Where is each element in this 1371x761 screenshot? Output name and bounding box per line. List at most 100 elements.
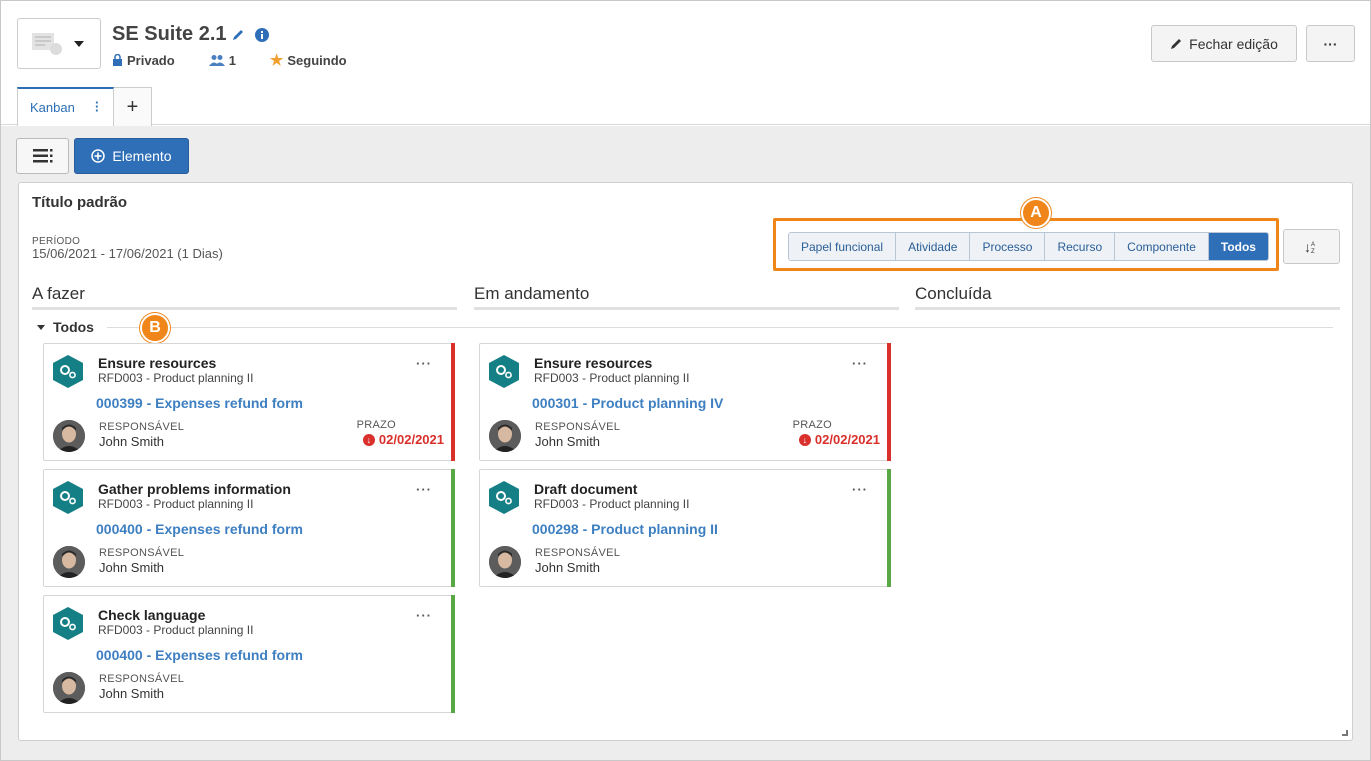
activity-gear-icon (53, 355, 83, 388)
activity-gear-icon (53, 481, 83, 514)
arrow-down-circle-icon: ↓ (362, 433, 375, 446)
activity-gear-icon (489, 355, 519, 388)
kanban-card[interactable]: Ensure resources RFD003 - Product planni… (479, 343, 891, 461)
responsible-label: RESPONSÁVEL (99, 547, 185, 559)
responsible-name: John Smith (99, 434, 165, 449)
lock-icon (113, 54, 122, 66)
card-link[interactable]: 000298 - Product planning II (532, 521, 718, 537)
responsible-label: RESPONSÁVEL (99, 673, 185, 685)
card-title: Check language (98, 607, 206, 623)
status-bar (887, 343, 891, 461)
card-menu-button[interactable]: ··· (416, 608, 432, 623)
card-menu-button[interactable]: ··· (416, 482, 432, 497)
filter-recurso[interactable]: Recurso (1045, 233, 1116, 260)
due-label: PRAZO (792, 419, 832, 431)
activity-gear-icon (53, 607, 83, 640)
panel-title: Título padrão (32, 194, 127, 211)
arrow-down-circle-icon: ↓ (798, 433, 811, 446)
sort-button[interactable]: ↓ A Z (1283, 229, 1340, 264)
kanban-card[interactable]: Draft document RFD003 - Product planning… (479, 469, 891, 587)
due-date: ↓ 02/02/2021 (362, 432, 444, 447)
card-subtitle: RFD003 - Product planning II (98, 371, 254, 385)
card-title: Ensure resources (534, 355, 653, 371)
users-icon (208, 55, 225, 66)
filter-todos[interactable]: Todos (1208, 233, 1268, 260)
user-avatar-icon (53, 420, 85, 452)
period-value: 15/06/2021 - 17/06/2021 (1 Dias) (32, 246, 223, 261)
card-menu-button[interactable]: ··· (852, 482, 868, 497)
card-menu-button[interactable]: ··· (416, 356, 432, 371)
user-avatar-icon (53, 672, 85, 704)
activity-gear-icon (489, 481, 519, 514)
filter-processo[interactable]: Processo (970, 233, 1046, 260)
svg-text:A: A (1311, 242, 1315, 248)
card-subtitle: RFD003 - Product planning II (534, 371, 690, 385)
add-tab-button[interactable]: + (114, 87, 152, 126)
svg-text:Z: Z (1311, 249, 1315, 253)
document-icon (32, 33, 62, 55)
kanban-card[interactable]: Check language RFD003 - Product planning… (43, 595, 455, 713)
avatar (489, 546, 521, 578)
info-icon[interactable] (255, 28, 269, 42)
card-link[interactable]: 000400 - Expenses refund form (96, 521, 303, 537)
card-title: Draft document (534, 481, 638, 497)
plus-circle-icon (91, 149, 106, 163)
annotation-marker-b: B (140, 313, 170, 343)
card-subtitle: RFD003 - Product planning II (534, 497, 690, 511)
kanban-card[interactable]: Ensure resources RFD003 - Product planni… (43, 343, 455, 461)
group-divider (107, 327, 1333, 328)
status-bar (887, 469, 891, 587)
tab-menu-icon[interactable]: · · · (95, 96, 99, 117)
due-date: ↓ 02/02/2021 (798, 432, 880, 447)
responsible-name: John Smith (535, 434, 601, 449)
close-edit-button[interactable]: Fechar edição (1151, 25, 1297, 62)
status-bar (451, 595, 455, 713)
tab-kanban[interactable]: Kanban · · · (17, 87, 114, 126)
kanban-card[interactable]: Gather problems information RFD003 - Pro… (43, 469, 455, 587)
kanban-panel: Título padrão PERÍODO 15/06/2021 - 17/06… (18, 182, 1353, 741)
responsible-name: John Smith (99, 686, 165, 701)
filter-papel-funcional[interactable]: Papel funcional (789, 233, 897, 260)
card-title: Ensure resources (98, 355, 217, 371)
list-menu-button[interactable] (16, 138, 69, 174)
due-label: PRAZO (356, 419, 396, 431)
add-element-button[interactable]: Elemento (74, 138, 189, 174)
resize-handle[interactable] (1342, 730, 1348, 736)
card-link[interactable]: 000301 - Product planning IV (532, 395, 723, 411)
card-subtitle: RFD003 - Product planning II (98, 497, 254, 511)
page-header: SE Suite 2.1 Privado 1 ★ Seguindo Fechar… (1, 1, 1370, 126)
privacy-status: Privado (112, 53, 175, 68)
sort-az-icon: A Z (1311, 242, 1315, 253)
tab-bar: Kanban · · · + (17, 87, 152, 126)
user-avatar-icon (489, 420, 521, 452)
edit-pencil-icon[interactable] (231, 28, 245, 42)
more-options-button[interactable]: ··· (1306, 25, 1355, 62)
group-toggle[interactable]: Todos (37, 319, 94, 335)
card-subtitle: RFD003 - Product planning II (98, 623, 254, 637)
avatar (489, 420, 521, 452)
user-avatar-icon (489, 546, 521, 578)
responsible-label: RESPONSÁVEL (535, 547, 621, 559)
card-menu-button[interactable]: ··· (852, 356, 868, 371)
responsible-name: John Smith (535, 560, 601, 575)
column-header-done: Concluída (915, 284, 1340, 310)
card-title: Gather problems information (98, 481, 291, 497)
follow-toggle[interactable]: ★ Seguindo (270, 51, 347, 69)
members-count[interactable]: 1 (208, 53, 236, 68)
caret-down-icon (37, 324, 45, 330)
app-icon-dropdown[interactable] (17, 18, 101, 69)
annotation-marker-a: A (1021, 198, 1051, 228)
filter-atividade[interactable]: Atividade (896, 233, 971, 260)
list-icon (32, 149, 52, 163)
card-link[interactable]: 000399 - Expenses refund form (96, 395, 303, 411)
star-icon: ★ (269, 52, 284, 69)
avatar (53, 546, 85, 578)
avatar (53, 672, 85, 704)
card-link[interactable]: 000400 - Expenses refund form (96, 647, 303, 663)
status-bar (451, 343, 455, 461)
page-title: SE Suite 2.1 (112, 23, 227, 45)
user-avatar-icon (53, 546, 85, 578)
filter-componente[interactable]: Componente (1115, 233, 1209, 260)
responsible-label: RESPONSÁVEL (535, 421, 621, 433)
column-header-in-progress: Em andamento (474, 284, 899, 310)
